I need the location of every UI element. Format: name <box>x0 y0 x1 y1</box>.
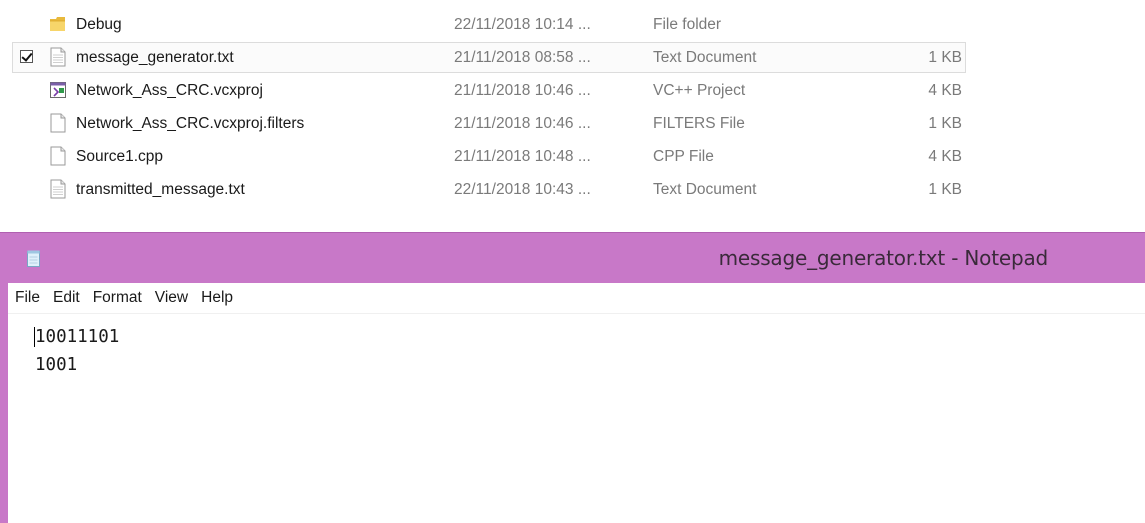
text-editor[interactable]: 10011101 1001 <box>8 314 1145 523</box>
file-date: 21/11/2018 08:58 ... <box>454 49 591 66</box>
file-name: Debug <box>76 16 122 33</box>
file-size: 1 KB <box>928 49 962 66</box>
file-date: 21/11/2018 10:46 ... <box>454 115 591 132</box>
notepad-icon[interactable] <box>27 250 40 267</box>
file-type: Text Document <box>653 49 757 66</box>
file-name: message_generator.txt <box>76 49 234 66</box>
file-size: 4 KB <box>928 148 962 165</box>
file-name: Network_Ass_CRC.vcxproj <box>76 82 263 99</box>
menu-format[interactable]: Format <box>86 289 148 307</box>
file-date: 21/11/2018 10:48 ... <box>454 148 591 165</box>
notepad-window: message_generator.txt - Notepad File Edi… <box>0 232 1145 523</box>
menu-file[interactable]: File <box>8 289 46 307</box>
file-name: Source1.cpp <box>76 148 164 165</box>
select-checkbox[interactable] <box>20 50 33 63</box>
menu-help[interactable]: Help <box>194 289 239 307</box>
file-date: 21/11/2018 10:46 ... <box>454 82 591 99</box>
generic-file-icon <box>50 113 66 133</box>
file-row-transmitted-message[interactable]: transmitted_message.txt 22/11/2018 10:43… <box>0 174 980 207</box>
vcxproj-icon <box>50 82 66 98</box>
file-type: Text Document <box>653 181 757 198</box>
text-file-icon <box>50 179 66 199</box>
menu-bar: File Edit Format View Help <box>8 283 1145 314</box>
file-type: FILTERS File <box>653 115 745 132</box>
file-row-source1-cpp[interactable]: Source1.cpp 21/11/2018 10:48 ... CPP Fil… <box>0 141 980 174</box>
file-date: 22/11/2018 10:43 ... <box>454 181 591 198</box>
file-row-vcxproj[interactable]: Network_Ass_CRC.vcxproj 21/11/2018 10:46… <box>0 75 980 108</box>
file-list: Debug 22/11/2018 10:14 ... File folder m… <box>0 9 980 207</box>
menu-edit[interactable]: Edit <box>46 289 86 307</box>
file-size: 4 KB <box>928 82 962 99</box>
file-row-message-generator[interactable]: message_generator.txt 21/11/2018 08:58 .… <box>0 42 980 75</box>
file-row-vcxproj-filters[interactable]: Network_Ass_CRC.vcxproj.filters 21/11/20… <box>0 108 980 141</box>
text-file-icon <box>50 47 66 67</box>
generic-file-icon <box>50 146 66 166</box>
editor-content[interactable]: 10011101 1001 <box>35 323 119 379</box>
notepad-titlebar[interactable]: message_generator.txt - Notepad <box>0 233 1145 283</box>
file-size: 1 KB <box>928 181 962 198</box>
file-type: File folder <box>653 16 722 33</box>
window-title: message_generator.txt - Notepad <box>718 246 1049 270</box>
file-row-debug[interactable]: Debug 22/11/2018 10:14 ... File folder <box>0 9 980 42</box>
file-type: CPP File <box>653 148 714 165</box>
file-name: transmitted_message.txt <box>76 181 245 198</box>
file-date: 22/11/2018 10:14 ... <box>454 16 591 33</box>
file-name: Network_Ass_CRC.vcxproj.filters <box>76 115 305 132</box>
file-size: 1 KB <box>928 115 962 132</box>
folder-icon <box>50 17 65 31</box>
file-type: VC++ Project <box>653 82 746 99</box>
menu-view[interactable]: View <box>148 289 194 307</box>
